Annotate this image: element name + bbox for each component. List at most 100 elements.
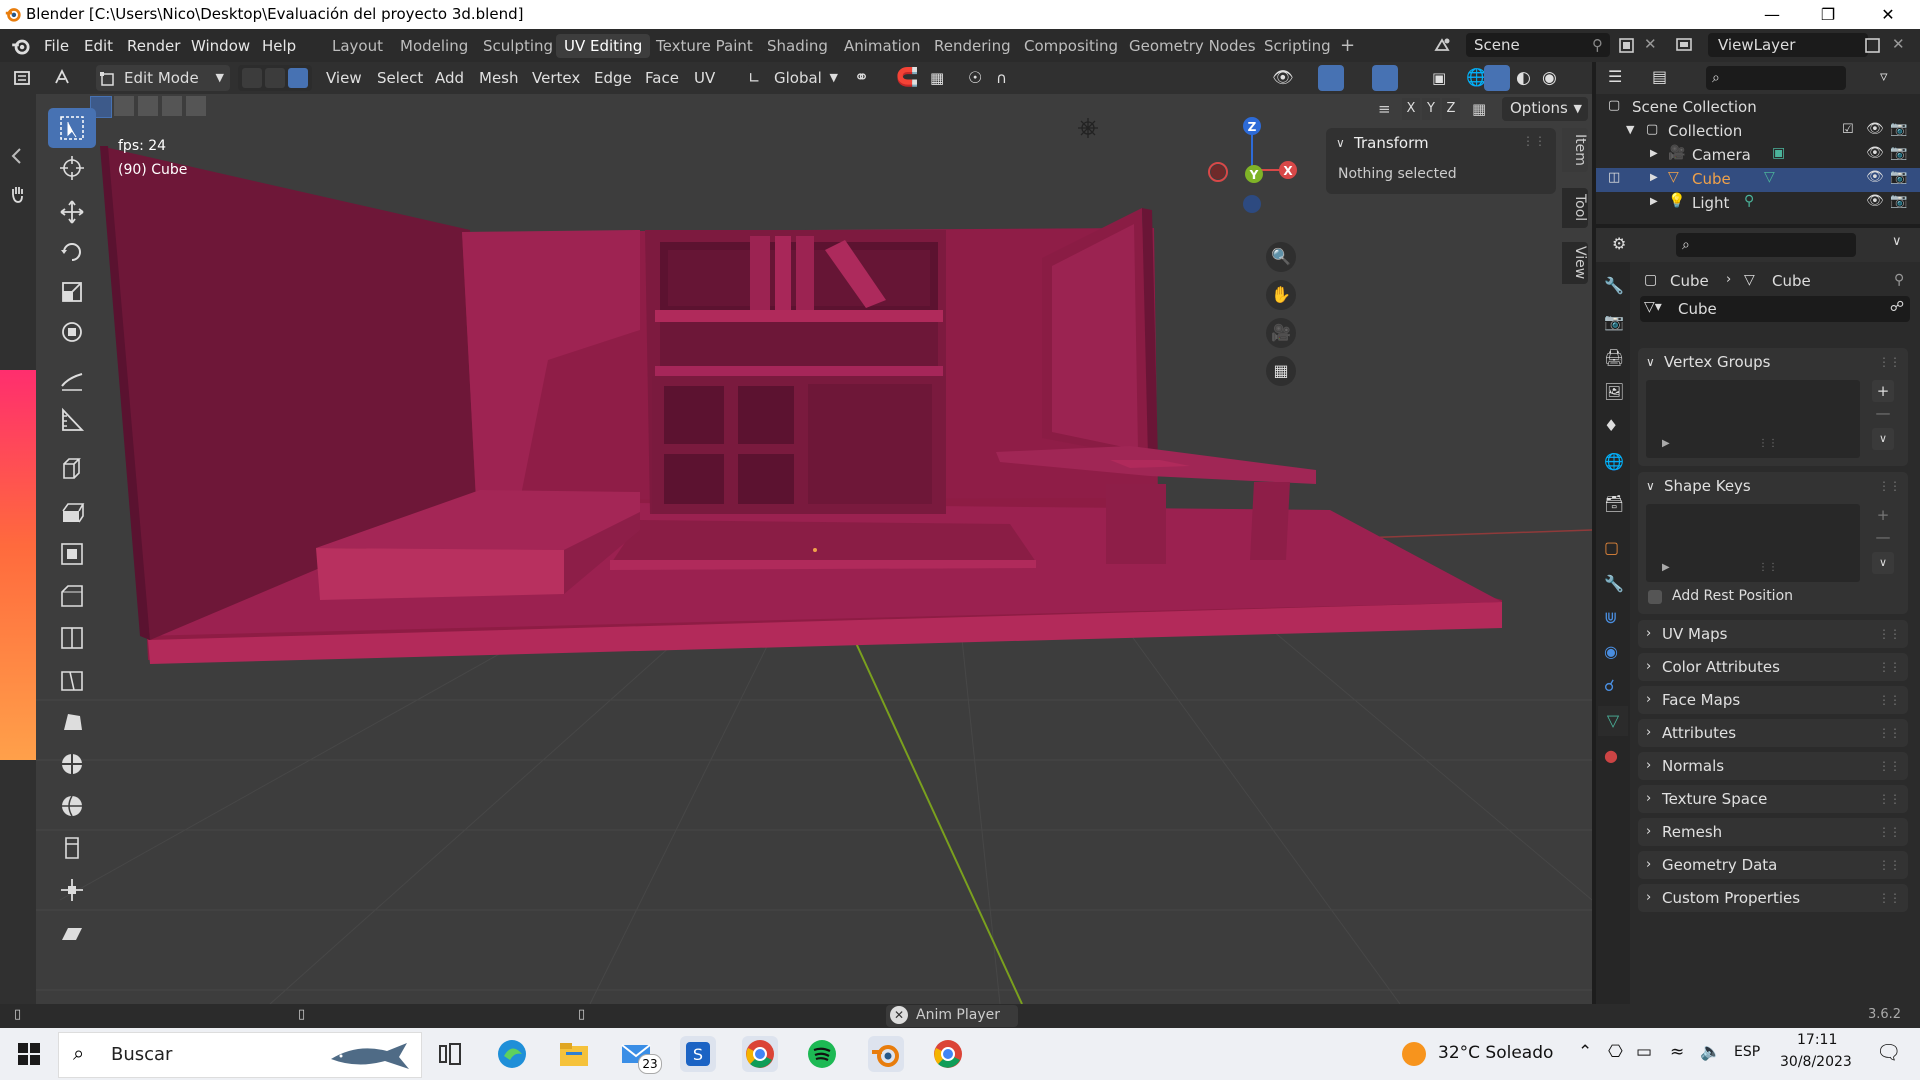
scale-tool[interactable] <box>48 272 96 312</box>
overlays-toggle-icon[interactable] <box>1372 65 1398 91</box>
collapsed-panel-attributes[interactable]: › Attributes ⋮⋮ <box>1638 719 1908 747</box>
shape-key-specials-button[interactable]: ∨ <box>1872 552 1894 574</box>
outliner-row-cube[interactable]: ◫ ▶ ▽ Cube ▽ 👁 📷 <box>1596 168 1920 192</box>
eye-icon[interactable]: 👁 <box>1866 145 1884 161</box>
measure-tool[interactable] <box>48 400 96 440</box>
pin-icon[interactable]: ⚲ <box>1894 272 1904 288</box>
tab-texture-paint[interactable]: Texture Paint <box>648 34 761 58</box>
vertex-groups-header[interactable]: Vertex Groups <box>1664 353 1770 371</box>
cursor-tool[interactable] <box>48 148 96 188</box>
chevron-down-icon[interactable]: ∨ <box>1892 234 1902 249</box>
menu-render[interactable]: Render <box>127 37 180 55</box>
output-tab-icon[interactable]: 🖨 <box>1604 348 1624 367</box>
drag-handle-icon[interactable]: ⋮⋮ <box>1878 825 1901 839</box>
mirror-icon[interactable]: ≡ <box>1378 100 1391 118</box>
tab-modeling[interactable]: Modeling <box>392 34 476 58</box>
collapsed-panel-custom-properties[interactable]: › Custom Properties ⋮⋮ <box>1638 884 1908 912</box>
tab-animation[interactable]: Animation <box>836 34 928 58</box>
particles-tab-icon[interactable]: ⋓ <box>1604 608 1617 627</box>
tab-compositing[interactable]: Compositing <box>1016 34 1126 58</box>
tab-sculpting[interactable]: Sculpting <box>475 34 561 58</box>
scene-field[interactable]: Scene <box>1466 33 1610 57</box>
filter-icon[interactable]: ▿ <box>1880 67 1888 85</box>
close-button[interactable]: ✕ <box>1860 0 1916 29</box>
edge-slide-tool[interactable] <box>48 828 96 868</box>
move-tool[interactable] <box>48 192 96 232</box>
3d-viewport[interactable]: fps: 24 (90) Cube Z X Y 🔍 ✋ 🎥 ▦ ≡ X Y Z … <box>36 94 1592 1004</box>
smooth-tool[interactable] <box>48 786 96 826</box>
chevron-down-icon[interactable]: ∨ <box>1646 479 1655 493</box>
mesh-data-icon[interactable]: ▽ <box>1764 169 1775 185</box>
new-view-layer-icon[interactable] <box>1862 35 1884 57</box>
outliner-row-scene-collection[interactable]: ▢ Scene Collection <box>1596 96 1920 120</box>
loop-cut-tool[interactable] <box>48 618 96 658</box>
clock-time[interactable]: 17:11 <box>1797 1032 1837 1048</box>
transform-tool[interactable] <box>48 312 96 352</box>
edit-mode-toggle-icon[interactable]: ◫ <box>1608 170 1620 185</box>
shear-tool[interactable] <box>48 912 96 952</box>
usb-icon[interactable]: ⎔ <box>1608 1042 1623 1062</box>
expand-arrow-icon[interactable]: ▶ <box>1650 196 1658 207</box>
taskbar-search-box[interactable]: ⌕ Buscar <box>58 1032 422 1078</box>
new-scene-icon[interactable] <box>1616 35 1638 57</box>
collapsed-panel-color-attributes[interactable]: › Color Attributes ⋮⋮ <box>1638 653 1908 681</box>
minimize-button[interactable]: — <box>1744 0 1800 29</box>
tab-view[interactable]: View <box>1562 242 1588 284</box>
drag-handle-icon[interactable]: ⋮⋮ <box>1878 627 1901 641</box>
drag-handle-icon[interactable]: ⋮⋮ <box>1878 355 1901 369</box>
scene-icon[interactable] <box>1432 34 1454 56</box>
drag-handle-icon[interactable]: ⋮⋮ <box>1878 726 1901 740</box>
outliner-search-input[interactable]: ⌕ <box>1706 66 1846 90</box>
menu-select[interactable]: Select <box>377 65 423 91</box>
wifi-icon[interactable]: ≈ <box>1670 1042 1684 1062</box>
menu-file[interactable]: File <box>44 37 69 55</box>
tab-layout[interactable]: Layout <box>324 34 391 58</box>
zoom-icon[interactable]: 🔍 <box>1266 242 1296 272</box>
extrude-tool[interactable] <box>48 492 96 532</box>
spotify-icon[interactable] <box>804 1036 840 1072</box>
tab-tool[interactable]: Tool <box>1562 188 1588 228</box>
resize-grip-icon[interactable]: ⋮⋮ <box>1758 438 1778 449</box>
battery-icon[interactable]: ▭ <box>1636 1042 1652 1062</box>
editor-type-icon[interactable] <box>12 67 34 89</box>
snap-target-icon[interactable]: ▦ <box>930 65 944 91</box>
visibility-icon[interactable]: 👁 <box>1272 65 1294 91</box>
cancel-icon[interactable]: ✕ <box>890 1006 908 1024</box>
mirror-x-toggle[interactable]: X <box>1402 98 1420 120</box>
tab-uv-editing[interactable]: UV Editing <box>556 34 651 58</box>
edge-select-icon[interactable] <box>265 68 285 88</box>
rotate-tool[interactable] <box>48 232 96 272</box>
vertex-group-specials-button[interactable]: ∨ <box>1872 428 1894 450</box>
hand-icon[interactable] <box>6 182 30 206</box>
proportional-editing-icon[interactable]: ☉ <box>968 65 982 91</box>
menu-edge[interactable]: Edge <box>594 65 632 91</box>
camera-render-icon[interactable]: 📷 <box>1890 121 1907 137</box>
uv-sync-icon[interactable]: ▦ <box>1472 100 1486 118</box>
falloff-icon[interactable]: ∩ <box>996 65 1007 91</box>
physics-tab-icon[interactable]: ◉ <box>1604 642 1618 661</box>
tab-scripting[interactable]: Scripting <box>1256 34 1339 58</box>
delete-scene-icon[interactable]: ✕ <box>1644 35 1657 53</box>
select-subtract-icon[interactable] <box>138 96 158 116</box>
shrink-fatten-tool[interactable] <box>48 870 96 910</box>
drag-handle-icon[interactable]: ⋮⋮ <box>1878 891 1901 905</box>
expand-arrow-icon[interactable]: ▶ <box>1650 172 1658 183</box>
scene-tab-icon[interactable]: ♦ <box>1604 416 1618 435</box>
add-cube-tool[interactable] <box>48 448 96 488</box>
pivot-point-icon[interactable]: ⚭ <box>854 65 869 91</box>
chevron-down-icon[interactable]: ∨ <box>1336 136 1345 150</box>
options-dropdown[interactable]: Options ▼ <box>1502 97 1588 121</box>
collection-tab-icon[interactable]: 🗃 <box>1604 494 1624 513</box>
menu-edit[interactable]: Edit <box>84 37 113 55</box>
camera-view-icon[interactable]: 🎥 <box>1266 318 1296 348</box>
outliner-editor-type-icon[interactable]: ☰ <box>1608 67 1622 86</box>
xray-toggle-icon[interactable]: ▣ <box>1432 65 1446 91</box>
outliner-row-light[interactable]: ▶ 💡 Light ⚲ 👁 📷 <box>1596 192 1920 216</box>
task-view-icon[interactable] <box>432 1036 468 1072</box>
properties-editor-type-icon[interactable]: ⚙ <box>1612 234 1626 253</box>
world-tab-icon[interactable]: 🌐 <box>1604 452 1624 471</box>
display-mode-icon[interactable]: ▤ <box>1652 67 1667 86</box>
drag-handle-icon[interactable]: ⋮⋮ <box>1878 660 1901 674</box>
mesh-datablock-field[interactable]: ▽▾ Cube ☍ <box>1640 296 1910 322</box>
drag-handle-icon[interactable]: ⋮⋮ <box>1878 479 1901 493</box>
